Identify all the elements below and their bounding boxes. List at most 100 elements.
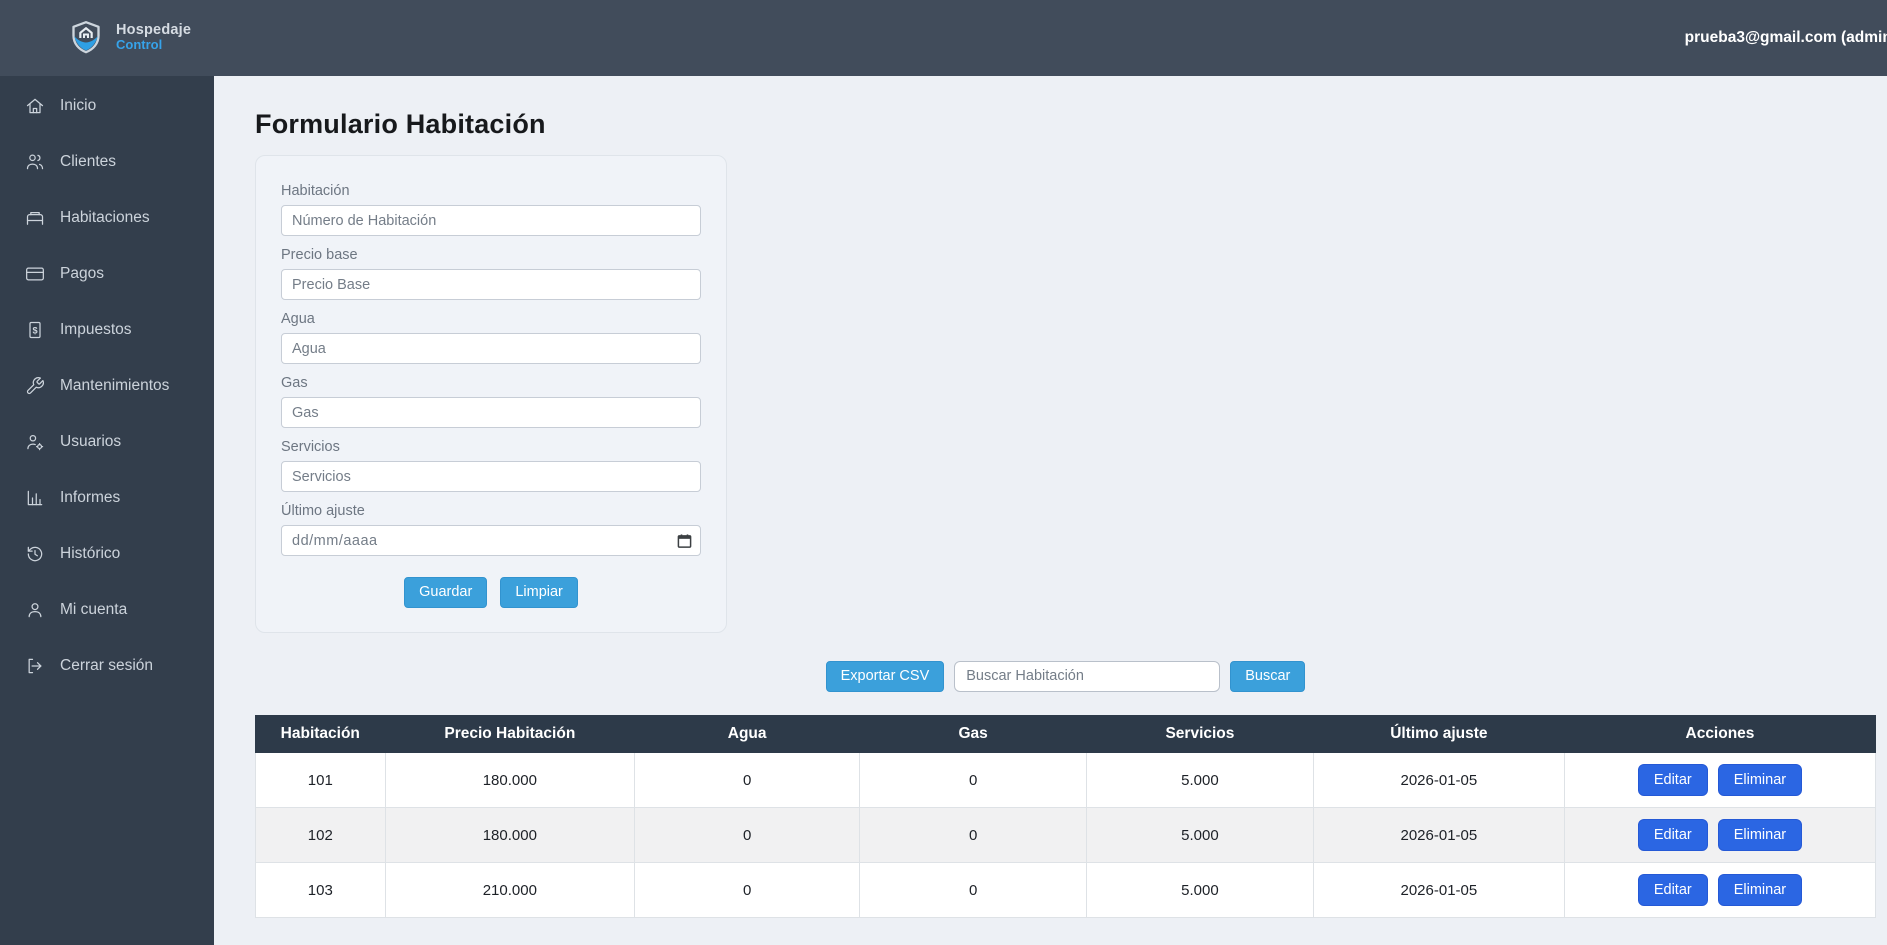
limpiar-button[interactable]: Limpiar	[500, 577, 578, 608]
servicios-label: Servicios	[281, 439, 701, 456]
column-header: Último ajuste	[1313, 716, 1564, 753]
sidebar-item-label: Histórico	[60, 545, 120, 563]
users-icon	[25, 152, 45, 172]
sidebar-item-label: Usuarios	[60, 433, 121, 451]
guardar-button[interactable]: Guardar	[404, 577, 487, 608]
calendar-icon[interactable]	[677, 533, 692, 548]
history-icon	[25, 544, 45, 564]
sidebar-item-label: Inicio	[60, 97, 96, 115]
editar-button[interactable]: Editar	[1638, 874, 1708, 906]
bar-chart-icon	[25, 488, 45, 508]
cell-habitacion: 102	[256, 808, 386, 863]
ultimo-ajuste-label: Último ajuste	[281, 503, 701, 520]
buscar-habitacion-input[interactable]	[954, 661, 1220, 692]
gas-input[interactable]	[281, 397, 701, 428]
cell-gas: 0	[860, 753, 1087, 808]
cell-agua: 0	[635, 808, 860, 863]
column-header: Habitación	[256, 716, 386, 753]
sidebar-item-inicio[interactable]: Inicio	[0, 78, 214, 134]
page-title: Formulario Habitación	[255, 109, 1887, 140]
editar-button[interactable]: Editar	[1638, 764, 1708, 796]
sidebar-item-habitaciones[interactable]: Habitaciones	[0, 190, 214, 246]
user-gear-icon	[25, 432, 45, 452]
brand: Hospedaje Control	[66, 18, 191, 58]
table-row: 101180.000005.0002026-01-05EditarElimina…	[256, 753, 1876, 808]
cell-habitacion: 103	[256, 863, 386, 918]
editar-button[interactable]: Editar	[1638, 819, 1708, 851]
field-agua: Agua	[281, 311, 701, 364]
top-navbar: Hospedaje Control prueba3@gmail.com (adm…	[0, 0, 1887, 76]
ultimo-ajuste-input[interactable]	[281, 525, 701, 556]
cell-gas: 0	[860, 808, 1087, 863]
sidebar-item-historico[interactable]: Histórico	[0, 526, 214, 582]
cell-acciones: Editar Eliminar	[1564, 808, 1875, 863]
credit-card-icon	[25, 264, 45, 284]
cell-acciones: Editar Eliminar	[1564, 753, 1875, 808]
cell-precio: 210.000	[385, 863, 634, 918]
column-header: Precio Habitación	[385, 716, 634, 753]
table-body: 101180.000005.0002026-01-05EditarElimina…	[256, 753, 1876, 918]
sidebar-item-label: Habitaciones	[60, 209, 150, 227]
servicios-input[interactable]	[281, 461, 701, 492]
field-gas: Gas	[281, 375, 701, 428]
precio-base-input[interactable]	[281, 269, 701, 300]
cell-servicios: 5.000	[1087, 808, 1314, 863]
cell-agua: 0	[635, 753, 860, 808]
table-row: 103210.000005.0002026-01-05EditarElimina…	[256, 863, 1876, 918]
home-icon	[25, 96, 45, 116]
cell-precio: 180.000	[385, 753, 634, 808]
cell-ultimo_ajuste: 2026-01-05	[1313, 863, 1564, 918]
form-buttons: Guardar Limpiar	[281, 577, 701, 608]
field-ultimo-ajuste: Último ajuste	[281, 503, 701, 556]
column-header: Acciones	[1564, 716, 1875, 753]
sidebar-item-label: Mantenimientos	[60, 377, 169, 395]
brand-subname: Control	[116, 38, 191, 52]
precio-base-label: Precio base	[281, 247, 701, 264]
user-icon	[25, 600, 45, 620]
cell-habitacion: 101	[256, 753, 386, 808]
buscar-button[interactable]: Buscar	[1230, 661, 1305, 692]
eliminar-button[interactable]: Eliminar	[1718, 874, 1802, 906]
field-habitacion: Habitación	[281, 183, 701, 236]
sidebar-item-impuestos[interactable]: $ Impuestos	[0, 302, 214, 358]
column-header: Gas	[860, 716, 1087, 753]
sidebar-item-pagos[interactable]: Pagos	[0, 246, 214, 302]
cell-precio: 180.000	[385, 808, 634, 863]
sidebar-item-label: Cerrar sesión	[60, 657, 153, 675]
sidebar-item-usuarios[interactable]: Usuarios	[0, 414, 214, 470]
cell-agua: 0	[635, 863, 860, 918]
eliminar-button[interactable]: Eliminar	[1718, 819, 1802, 851]
cell-servicios: 5.000	[1087, 753, 1314, 808]
table-header-row: HabitaciónPrecio HabitaciónAguaGasServic…	[256, 716, 1876, 753]
habitacion-label: Habitación	[281, 183, 701, 200]
room-form-fields: Habitación Precio base Agua Gas Servicios Últ…	[281, 183, 701, 556]
sidebar-item-clientes[interactable]: Clientes	[0, 134, 214, 190]
svg-text:$: $	[32, 325, 37, 335]
cell-servicios: 5.000	[1087, 863, 1314, 918]
sidebar-item-mi-cuenta[interactable]: Mi cuenta	[0, 582, 214, 638]
column-header: Servicios	[1087, 716, 1314, 753]
habitaciones-table: HabitaciónPrecio HabitaciónAguaGasServic…	[255, 715, 1876, 918]
sidebar-item-cerrar-sesion[interactable]: Cerrar sesión	[0, 638, 214, 694]
wrench-icon	[25, 376, 45, 396]
sidebar-item-informes[interactable]: Informes	[0, 470, 214, 526]
habitacion-input[interactable]	[281, 205, 701, 236]
cell-ultimo_ajuste: 2026-01-05	[1313, 808, 1564, 863]
table-toolbar: Exportar CSV Buscar	[255, 660, 1876, 692]
field-precio-base: Precio base	[281, 247, 701, 300]
logout-icon	[25, 656, 45, 676]
cell-ultimo_ajuste: 2026-01-05	[1313, 753, 1564, 808]
eliminar-button[interactable]: Eliminar	[1718, 764, 1802, 796]
agua-label: Agua	[281, 311, 701, 328]
sidebar-item-label: Pagos	[60, 265, 104, 283]
sidebar-item-mantenimientos[interactable]: Mantenimientos	[0, 358, 214, 414]
sidebar-item-label: Informes	[60, 489, 120, 507]
exportar-csv-button[interactable]: Exportar CSV	[826, 661, 945, 692]
sidebar-item-label: Clientes	[60, 153, 116, 171]
brand-shield-logo-icon	[66, 18, 106, 58]
field-servicios: Servicios	[281, 439, 701, 492]
sidebar-item-label: Impuestos	[60, 321, 132, 339]
column-header: Agua	[635, 716, 860, 753]
room-form-card: Habitación Precio base Agua Gas Servicios Últ…	[255, 155, 727, 633]
agua-input[interactable]	[281, 333, 701, 364]
